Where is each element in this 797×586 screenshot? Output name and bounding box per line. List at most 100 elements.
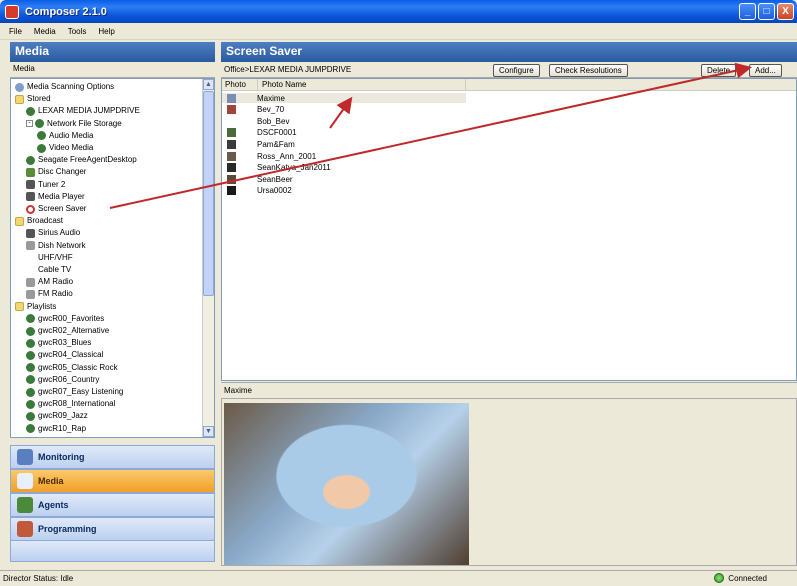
tree-item[interactable]: gwcR02_Alternative	[26, 326, 109, 336]
photo-row[interactable]: Pam&Fam	[222, 139, 466, 149]
tree-item[interactable]: Seagate FreeAgentDesktop	[26, 155, 137, 165]
nav-programming[interactable]: Programming	[10, 517, 215, 541]
media-icon	[17, 473, 33, 489]
menu-file[interactable]: File	[3, 27, 28, 36]
note-icon	[26, 375, 35, 385]
tree-item-label: Tuner 2	[38, 179, 66, 189]
photo-name: Bev_70	[257, 105, 285, 115]
scroll-thumb[interactable]	[203, 91, 214, 296]
check-resolutions-button[interactable]: Check Resolutions	[549, 64, 628, 77]
column-photo[interactable]: Photo	[222, 79, 258, 90]
tree-item[interactable]: gwcR08_International	[26, 399, 115, 409]
tree-item[interactable]: Screen Saver	[26, 204, 86, 214]
photo-row[interactable]: DSCF0001	[222, 128, 466, 138]
add-button[interactable]: Add...	[749, 64, 782, 77]
photo-row[interactable]: Bev_70	[222, 105, 466, 115]
tree-item[interactable]: Dish Network	[26, 241, 86, 251]
photo-thumbnail-icon	[227, 163, 236, 173]
tree-item[interactable]: Disc Changer	[26, 167, 86, 177]
menu-tools[interactable]: Tools	[62, 27, 93, 36]
connection-status: Connected	[714, 573, 767, 583]
tree-item-label: LEXAR MEDIA JUMPDRIVE	[38, 106, 140, 116]
photo-row[interactable]: SeanKatya_Jan2011	[222, 163, 466, 173]
agents-icon	[17, 497, 33, 513]
collapse-icon[interactable]: -	[26, 120, 33, 128]
tree-item[interactable]: gwcR04_Classical	[26, 350, 103, 360]
nav-agents[interactable]: Agents	[10, 493, 215, 517]
tree-item-label: FM Radio	[38, 289, 73, 299]
tree-item-label: gwcR04_Classical	[38, 350, 104, 360]
photo-name: DSCF0001	[257, 128, 297, 138]
maximize-button[interactable]: □	[758, 3, 775, 20]
tree-item-label: Dish Network	[38, 240, 86, 250]
nav-monitoring[interactable]: Monitoring	[10, 445, 215, 469]
tree-item[interactable]: gwcR00_Favorites	[26, 314, 104, 324]
tree-item[interactable]: AM Radio	[26, 277, 73, 287]
tree-item[interactable]: Tuner 2	[26, 180, 65, 190]
photo-name: SeanBeer	[257, 174, 293, 184]
tree-item[interactable]: gwcR06_Country	[26, 375, 99, 385]
photo-row[interactable]: Bob_Bev	[222, 116, 466, 126]
tree-item[interactable]: Broadcast	[15, 216, 63, 226]
tree-item[interactable]: Audio Media	[37, 131, 93, 141]
tree-item[interactable]: Stored	[15, 94, 51, 104]
tree-item[interactable]: gwcR05_Classic Rock	[26, 363, 118, 373]
menu-bar: File Media Tools Help	[0, 23, 797, 40]
status-bar: Director Status: Idle Connected	[0, 570, 797, 586]
tree-item[interactable]: FM Radio	[26, 289, 73, 299]
scroll-up-icon[interactable]: ▲	[203, 79, 214, 90]
connection-label: Connected	[728, 573, 767, 583]
photo-row[interactable]: Ursa0002	[222, 186, 466, 196]
tree-item[interactable]: Playlists	[15, 302, 56, 312]
configure-button[interactable]: Configure	[493, 64, 540, 77]
photo-row[interactable]: Ross_Ann_2001	[222, 151, 466, 161]
folder-icon	[15, 302, 24, 312]
app-icon	[5, 4, 19, 19]
tree-item[interactable]: gwcR03_Blues	[26, 338, 91, 348]
close-button[interactable]: X	[777, 3, 794, 20]
connected-icon	[714, 573, 725, 583]
photo-row[interactable]: Maxime	[222, 93, 466, 103]
photo-list[interactable]: Photo Photo Name Maxime Bev_70 Bob_Bev DSCF…	[221, 78, 797, 381]
photo-name: Maxime	[257, 93, 286, 103]
tree-item[interactable]: Cable TV	[26, 265, 71, 275]
ssaver-icon	[26, 204, 35, 214]
note-icon	[26, 411, 35, 421]
menu-media[interactable]: Media	[28, 27, 62, 36]
tree-item[interactable]: LEXAR MEDIA JUMPDRIVE	[26, 106, 140, 116]
tv-icon	[26, 192, 35, 202]
tree-item[interactable]: UHF/VHF	[26, 253, 73, 263]
tv-icon	[26, 180, 35, 190]
delete-button[interactable]: Delete	[701, 64, 737, 77]
tree-item[interactable]: gwcR10_Rap	[26, 424, 86, 434]
window-controls: _ □ X	[739, 3, 794, 20]
photo-row[interactable]: SeanBeer	[222, 174, 466, 184]
tree-item-label: Media Scanning Options	[27, 82, 115, 91]
scroll-down-icon[interactable]: ▼	[203, 426, 214, 437]
photo-name: Ursa0002	[257, 186, 292, 196]
tree-item[interactable]: Sirius Audio	[26, 228, 80, 238]
tree-item-label: gwcR09_Jazz	[38, 411, 88, 421]
tree-item[interactable]: Media Scanning Options	[15, 82, 114, 92]
tree-item[interactable]: Media Player	[26, 192, 85, 202]
column-photo-name[interactable]: Photo Name	[258, 79, 466, 90]
photo-thumbnail-icon	[227, 116, 236, 126]
note-icon	[37, 131, 46, 141]
note-icon	[26, 155, 35, 165]
tree-item[interactable]: Video Media	[37, 143, 93, 153]
radio-icon	[26, 277, 35, 287]
photo-thumbnail-icon	[227, 139, 236, 149]
tree-item[interactable]: - Network File Storage	[26, 119, 122, 129]
left-panel-subheader: Media	[10, 62, 215, 78]
nav-media[interactable]: Media	[10, 469, 215, 493]
gear-icon	[15, 82, 24, 92]
tree-scrollbar[interactable]: ▲ ▼	[202, 79, 214, 437]
media-tree[interactable]: ▲ ▼ Media Scanning Options Stored LEXAR ME…	[10, 78, 215, 438]
menu-help[interactable]: Help	[92, 27, 120, 36]
programming-icon	[17, 521, 33, 537]
right-panel-title: Screen Saver	[221, 42, 797, 62]
tree-item[interactable]: gwcR09_Jazz	[26, 411, 88, 421]
minimize-button[interactable]: _	[739, 3, 756, 20]
folder-icon	[15, 216, 24, 226]
tree-item[interactable]: gwcR07_Easy Listening	[26, 387, 123, 397]
